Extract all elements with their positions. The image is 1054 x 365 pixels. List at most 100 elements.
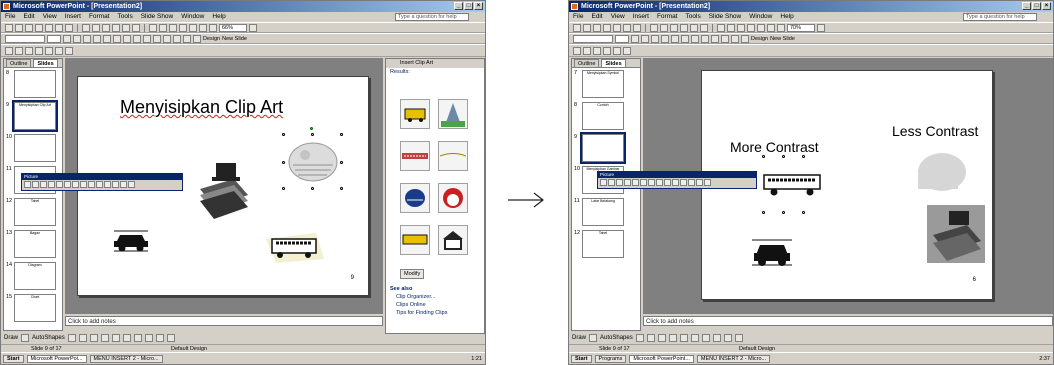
line-style-icon[interactable] xyxy=(88,181,95,188)
font-color-icon[interactable] xyxy=(741,34,749,43)
slide-thumbnail[interactable]: Menyisipkan Symbol xyxy=(582,70,624,98)
slide-thumbnail[interactable]: Chart xyxy=(14,294,56,322)
insert-table-icon[interactable] xyxy=(727,23,735,32)
format-painter-icon[interactable] xyxy=(112,23,120,32)
draw-menu[interactable]: Draw xyxy=(572,335,586,341)
align-center-icon[interactable] xyxy=(113,34,121,43)
resize-handle[interactable] xyxy=(340,133,343,136)
show-formatting-icon[interactable] xyxy=(767,23,775,32)
more-contrast-icon[interactable] xyxy=(616,179,623,186)
rectangle-icon[interactable] xyxy=(89,334,98,342)
clip-result-eiffel-tower[interactable] xyxy=(438,99,468,129)
maximize-button[interactable]: □ xyxy=(464,2,473,10)
crop-icon[interactable] xyxy=(648,179,655,186)
rotate-left-icon[interactable] xyxy=(80,181,87,188)
slide-thumbnail-row[interactable]: 12 Tabel xyxy=(4,196,62,228)
arrow-icon[interactable] xyxy=(646,334,655,342)
help-icon[interactable] xyxy=(249,23,257,32)
email-icon[interactable] xyxy=(603,23,611,32)
spelling-icon[interactable] xyxy=(65,23,73,32)
menu-slide-show[interactable]: Slide Show xyxy=(141,12,174,22)
slide-thumbnail[interactable]: Menyisipkan Clip Art xyxy=(12,100,58,132)
back-icon[interactable] xyxy=(583,46,591,55)
align-right-icon[interactable] xyxy=(123,34,131,43)
car-clipart[interactable] xyxy=(112,227,150,253)
bus-clipart-high-contrast[interactable] xyxy=(762,171,824,197)
slide-thumbnail-row[interactable]: 15 Chart xyxy=(4,292,62,324)
show-formatting-icon[interactable] xyxy=(199,23,207,32)
oval-icon[interactable] xyxy=(100,334,109,342)
slide-title-less-contrast[interactable]: Less Contrast xyxy=(892,123,978,139)
bold-icon[interactable] xyxy=(63,34,71,43)
paste-icon[interactable] xyxy=(670,23,678,32)
hyperlink-icon[interactable] xyxy=(179,23,187,32)
grayscale-icon[interactable] xyxy=(777,23,785,32)
insert-chart-icon[interactable] xyxy=(717,23,725,32)
new-icon[interactable] xyxy=(5,23,13,32)
taskbar-item[interactable]: Microsoft PowerPoi... xyxy=(26,354,87,363)
recolor-icon[interactable] xyxy=(104,181,111,188)
menu-window[interactable]: Window xyxy=(749,12,772,22)
help-search-input[interactable]: Type a question for help xyxy=(395,13,469,21)
delete-icon[interactable] xyxy=(55,46,63,55)
line-style-icon[interactable] xyxy=(664,179,671,186)
home-icon[interactable] xyxy=(603,46,611,55)
books-clipart-grey[interactable] xyxy=(927,205,985,263)
print-icon[interactable] xyxy=(613,23,621,32)
autoshapes-menu[interactable]: AutoShapes xyxy=(600,335,633,341)
rectangle-icon[interactable] xyxy=(657,334,666,342)
slide-thumbnail-row[interactable]: 13 Bagan xyxy=(4,228,62,260)
italic-icon[interactable] xyxy=(73,34,81,43)
slide-thumbnail[interactable]: Contoh xyxy=(582,102,624,130)
menu-file[interactable]: File xyxy=(5,12,15,22)
expand-all-icon[interactable] xyxy=(189,23,197,32)
slide-thumbnail-row[interactable]: 10 xyxy=(4,132,62,164)
textbox-icon[interactable] xyxy=(679,334,688,342)
menu-tools[interactable]: Tools xyxy=(686,12,701,22)
line-color-icon[interactable] xyxy=(712,334,721,342)
resize-handle[interactable] xyxy=(282,161,285,164)
forward-icon[interactable] xyxy=(593,46,601,55)
undo-icon[interactable] xyxy=(122,23,130,32)
bus-clipart[interactable] xyxy=(266,229,326,265)
copy-icon[interactable] xyxy=(92,23,100,32)
select-objects-icon[interactable] xyxy=(589,334,598,342)
menu-view[interactable]: View xyxy=(611,12,625,22)
zoom-select[interactable]: 70% xyxy=(787,23,815,32)
transparent-color-icon[interactable] xyxy=(120,181,127,188)
zoom-select[interactable]: 66% xyxy=(219,23,247,32)
format-painter-icon[interactable] xyxy=(680,23,688,32)
clip-result-school-bus[interactable] xyxy=(400,225,430,255)
slide-thumbnail[interactable]: Bagan xyxy=(14,230,56,258)
start-button[interactable]: Start xyxy=(3,354,24,363)
notes-pane[interactable]: Click to add notes xyxy=(643,316,1053,326)
arrow-icon[interactable] xyxy=(78,334,87,342)
compress-icon[interactable] xyxy=(96,181,103,188)
spelling-icon[interactable] xyxy=(633,23,641,32)
resize-handle[interactable] xyxy=(802,155,805,158)
new-slide-button[interactable]: New Slide xyxy=(222,36,247,42)
slide-thumbnail-row[interactable]: 8 Contoh xyxy=(572,100,640,132)
font-size-select[interactable] xyxy=(47,34,61,43)
grayscale-icon[interactable] xyxy=(209,23,217,32)
bullets-icon[interactable] xyxy=(711,34,719,43)
reset-picture-icon[interactable] xyxy=(128,181,135,188)
italic-icon[interactable] xyxy=(641,34,649,43)
taskbar-item[interactable]: MENU INSERT 2 - Micro... xyxy=(696,354,771,363)
fill-color-icon[interactable] xyxy=(701,334,710,342)
copy-icon[interactable] xyxy=(660,23,668,32)
decrease-indent-icon[interactable] xyxy=(173,34,181,43)
more-contrast-icon[interactable] xyxy=(40,181,47,188)
hyperlink-icon[interactable] xyxy=(747,23,755,32)
resize-handle[interactable] xyxy=(762,155,765,158)
shadow-icon[interactable] xyxy=(661,34,669,43)
slide-thumbnail[interactable]: Tabel xyxy=(582,230,624,258)
fill-color-icon[interactable] xyxy=(133,334,142,342)
decrease-font-icon[interactable] xyxy=(731,34,739,43)
helmet-clipart-low-contrast[interactable] xyxy=(914,149,970,195)
resize-handle[interactable] xyxy=(802,211,805,214)
oval-icon[interactable] xyxy=(668,334,677,342)
menu-file[interactable]: File xyxy=(573,12,583,22)
insert-picture-icon[interactable] xyxy=(600,179,607,186)
numbering-icon[interactable] xyxy=(701,34,709,43)
